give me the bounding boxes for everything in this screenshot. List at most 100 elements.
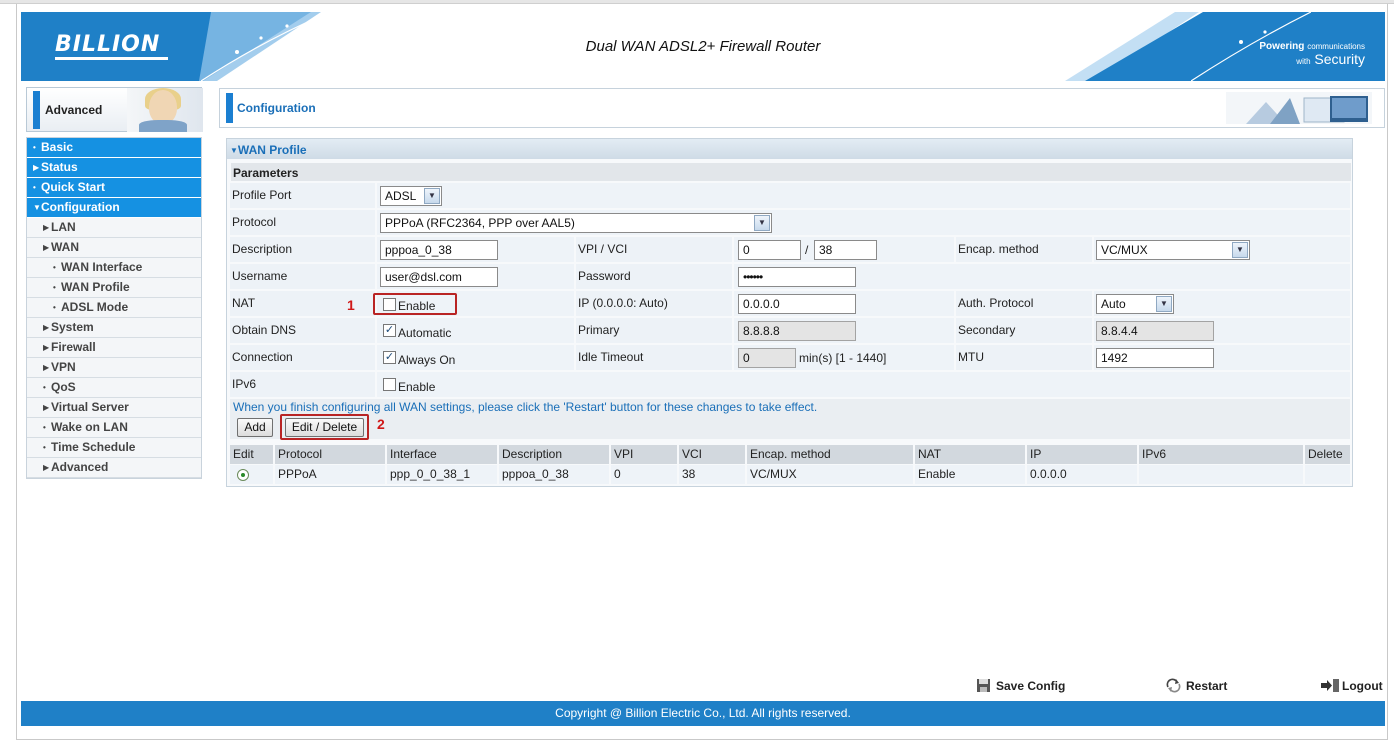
page-title: Dual WAN ADSL2+ Firewall Router: [585, 38, 821, 55]
idle-timeout-input[interactable]: [738, 348, 796, 368]
logout-button[interactable]: Logout: [1321, 678, 1383, 694]
secondary-dns-input[interactable]: [1096, 321, 1214, 341]
triangle-right-icon: ▶: [43, 223, 50, 232]
sidebar-item-lan[interactable]: ▶ LAN: [27, 218, 201, 238]
username-label: Username: [230, 264, 375, 289]
profile-port-select[interactable]: ADSL ▼: [380, 186, 442, 206]
obtain-dns-label: Obtain DNS: [230, 318, 375, 343]
chevron-down-icon: ▼: [424, 188, 440, 204]
logout-label: Logout: [1342, 679, 1383, 693]
ipv6-cell: [377, 372, 1350, 397]
table-cell-delete: [1305, 465, 1350, 484]
table-header-protocol: Protocol: [275, 445, 385, 464]
sidebar-item-wan-profile[interactable]: • WAN Profile: [27, 278, 201, 298]
table-header-description: Description: [499, 445, 609, 464]
idle-timeout-label: Idle Timeout: [576, 345, 732, 370]
annotation-number-2: 2: [377, 416, 385, 432]
sidebar-item-wake-on-lan[interactable]: • Wake on LAN: [27, 418, 201, 438]
table-cell-nat: Enable: [915, 465, 1025, 484]
bullet-icon: •: [33, 183, 36, 192]
auth-protocol-value: Auto: [1101, 297, 1126, 311]
username-input[interactable]: [380, 267, 498, 287]
tagline-powering: Powering: [1259, 41, 1305, 52]
table-header-encap: Encap. method: [747, 445, 913, 464]
protocol-select[interactable]: PPPoA (RFC2364, PPP over AAL5) ▼: [380, 213, 772, 233]
sidebar-item-advanced[interactable]: ▶ Advanced: [27, 458, 201, 478]
sidebar-item-basic[interactable]: • Basic: [27, 138, 201, 158]
table-cell-description: pppoa_0_38: [499, 465, 609, 484]
vpi-vci-separator: /: [805, 243, 809, 257]
sidebar-item-label: QoS: [51, 380, 76, 394]
table-header-edit: Edit: [230, 445, 273, 464]
triangle-right-icon: ▶: [43, 243, 50, 252]
sidebar-item-quick-start[interactable]: • Quick Start: [27, 178, 201, 198]
sidebar-item-virtual-server[interactable]: ▶ Virtual Server: [27, 398, 201, 418]
mtu-label: MTU: [956, 345, 1092, 370]
always-on-label: Always On: [398, 353, 456, 367]
ip-input[interactable]: [738, 294, 856, 314]
primary-dns-input[interactable]: [738, 321, 856, 341]
add-button[interactable]: Add: [237, 418, 273, 437]
table-header-delete: Delete: [1305, 445, 1350, 464]
sidebar-item-wan-interface[interactable]: • WAN Interface: [27, 258, 201, 278]
encap-method-select[interactable]: VC/MUX ▼: [1096, 240, 1250, 260]
tagline: Powering communications with Security: [1259, 40, 1365, 68]
table-cell-interface: ppp_0_0_38_1: [387, 465, 497, 484]
always-on-checkbox[interactable]: ✓: [383, 351, 396, 364]
connection-label: Connection: [230, 345, 375, 370]
configuration-header: Configuration: [219, 88, 1385, 128]
triangle-down-icon: ▼: [33, 203, 41, 212]
sidebar-item-status[interactable]: ▶ Status: [27, 158, 201, 178]
description-label: Description: [230, 237, 375, 262]
chevron-down-icon: ▼: [1156, 296, 1172, 312]
sidebar-item-label: Quick Start: [41, 180, 106, 194]
restart-button[interactable]: Restart: [1166, 678, 1227, 694]
idle-timeout-unit: min(s) [1 - 1440]: [799, 351, 887, 365]
annotation-box-1: [373, 293, 457, 315]
profile-port-label: Profile Port: [230, 183, 375, 208]
ipv6-enable-checkbox[interactable]: [383, 378, 396, 391]
password-input[interactable]: [738, 267, 856, 287]
obtain-dns-checkbox[interactable]: ✓: [383, 324, 396, 337]
triangle-right-icon: ▶: [43, 463, 50, 472]
profile-port-cell: [377, 183, 1350, 208]
panel-title-text: WAN Profile: [237, 143, 307, 157]
protocol-label: Protocol: [230, 210, 375, 235]
sidebar-item-configuration[interactable]: ▼Configuration: [27, 198, 201, 218]
sidebar-photo: [127, 88, 203, 132]
table-cell-vpi: 0: [611, 465, 677, 484]
auth-protocol-select[interactable]: Auto ▼: [1096, 294, 1174, 314]
panel-title[interactable]: ▼WAN Profile: [227, 139, 1352, 159]
triangle-right-icon: ▶: [33, 163, 40, 172]
office-banner-image: [1226, 92, 1372, 124]
sidebar-item-system[interactable]: ▶ System: [27, 318, 201, 338]
sidebar-item-label: Virtual Server: [51, 400, 129, 414]
vpi-input[interactable]: [738, 240, 801, 260]
sidebar-item-label: VPN: [51, 360, 76, 374]
sidebar-item-time-schedule[interactable]: • Time Schedule: [27, 438, 201, 458]
save-config-button[interactable]: Save Config: [976, 678, 1065, 694]
bullet-icon: •: [43, 383, 46, 392]
configuration-title: Configuration: [237, 101, 316, 115]
sidebar-menu: • Basic ▶ Status • Quick Start ▼Configurati…: [26, 137, 202, 479]
description-input[interactable]: [380, 240, 498, 260]
bullet-icon: •: [53, 263, 56, 272]
bullet-icon: •: [43, 443, 46, 452]
table-header-ip: IP: [1027, 445, 1137, 464]
table-cell-ip: 0.0.0.0: [1027, 465, 1137, 484]
sidebar-item-label: System: [51, 320, 94, 334]
sidebar-item-qos[interactable]: • QoS: [27, 378, 201, 398]
sidebar-item-label: Firewall: [51, 340, 96, 354]
protocol-value: PPPoA (RFC2364, PPP over AAL5): [385, 216, 575, 230]
sidebar-item-wan[interactable]: ▶ WAN: [27, 238, 201, 258]
triangle-right-icon: ▶: [43, 323, 50, 332]
sidebar-item-label: ADSL Mode: [61, 300, 129, 314]
table-cell-protocol: PPPoA: [275, 465, 385, 484]
mtu-input[interactable]: [1096, 348, 1214, 368]
sidebar-item-adsl-mode[interactable]: • ADSL Mode: [27, 298, 201, 318]
sidebar-item-firewall[interactable]: ▶ Firewall: [27, 338, 201, 358]
sidebar-item-vpn[interactable]: ▶ VPN: [27, 358, 201, 378]
table-header-ipv6: IPv6: [1139, 445, 1303, 464]
profile-select-radio[interactable]: [237, 469, 249, 481]
vci-input[interactable]: [814, 240, 877, 260]
